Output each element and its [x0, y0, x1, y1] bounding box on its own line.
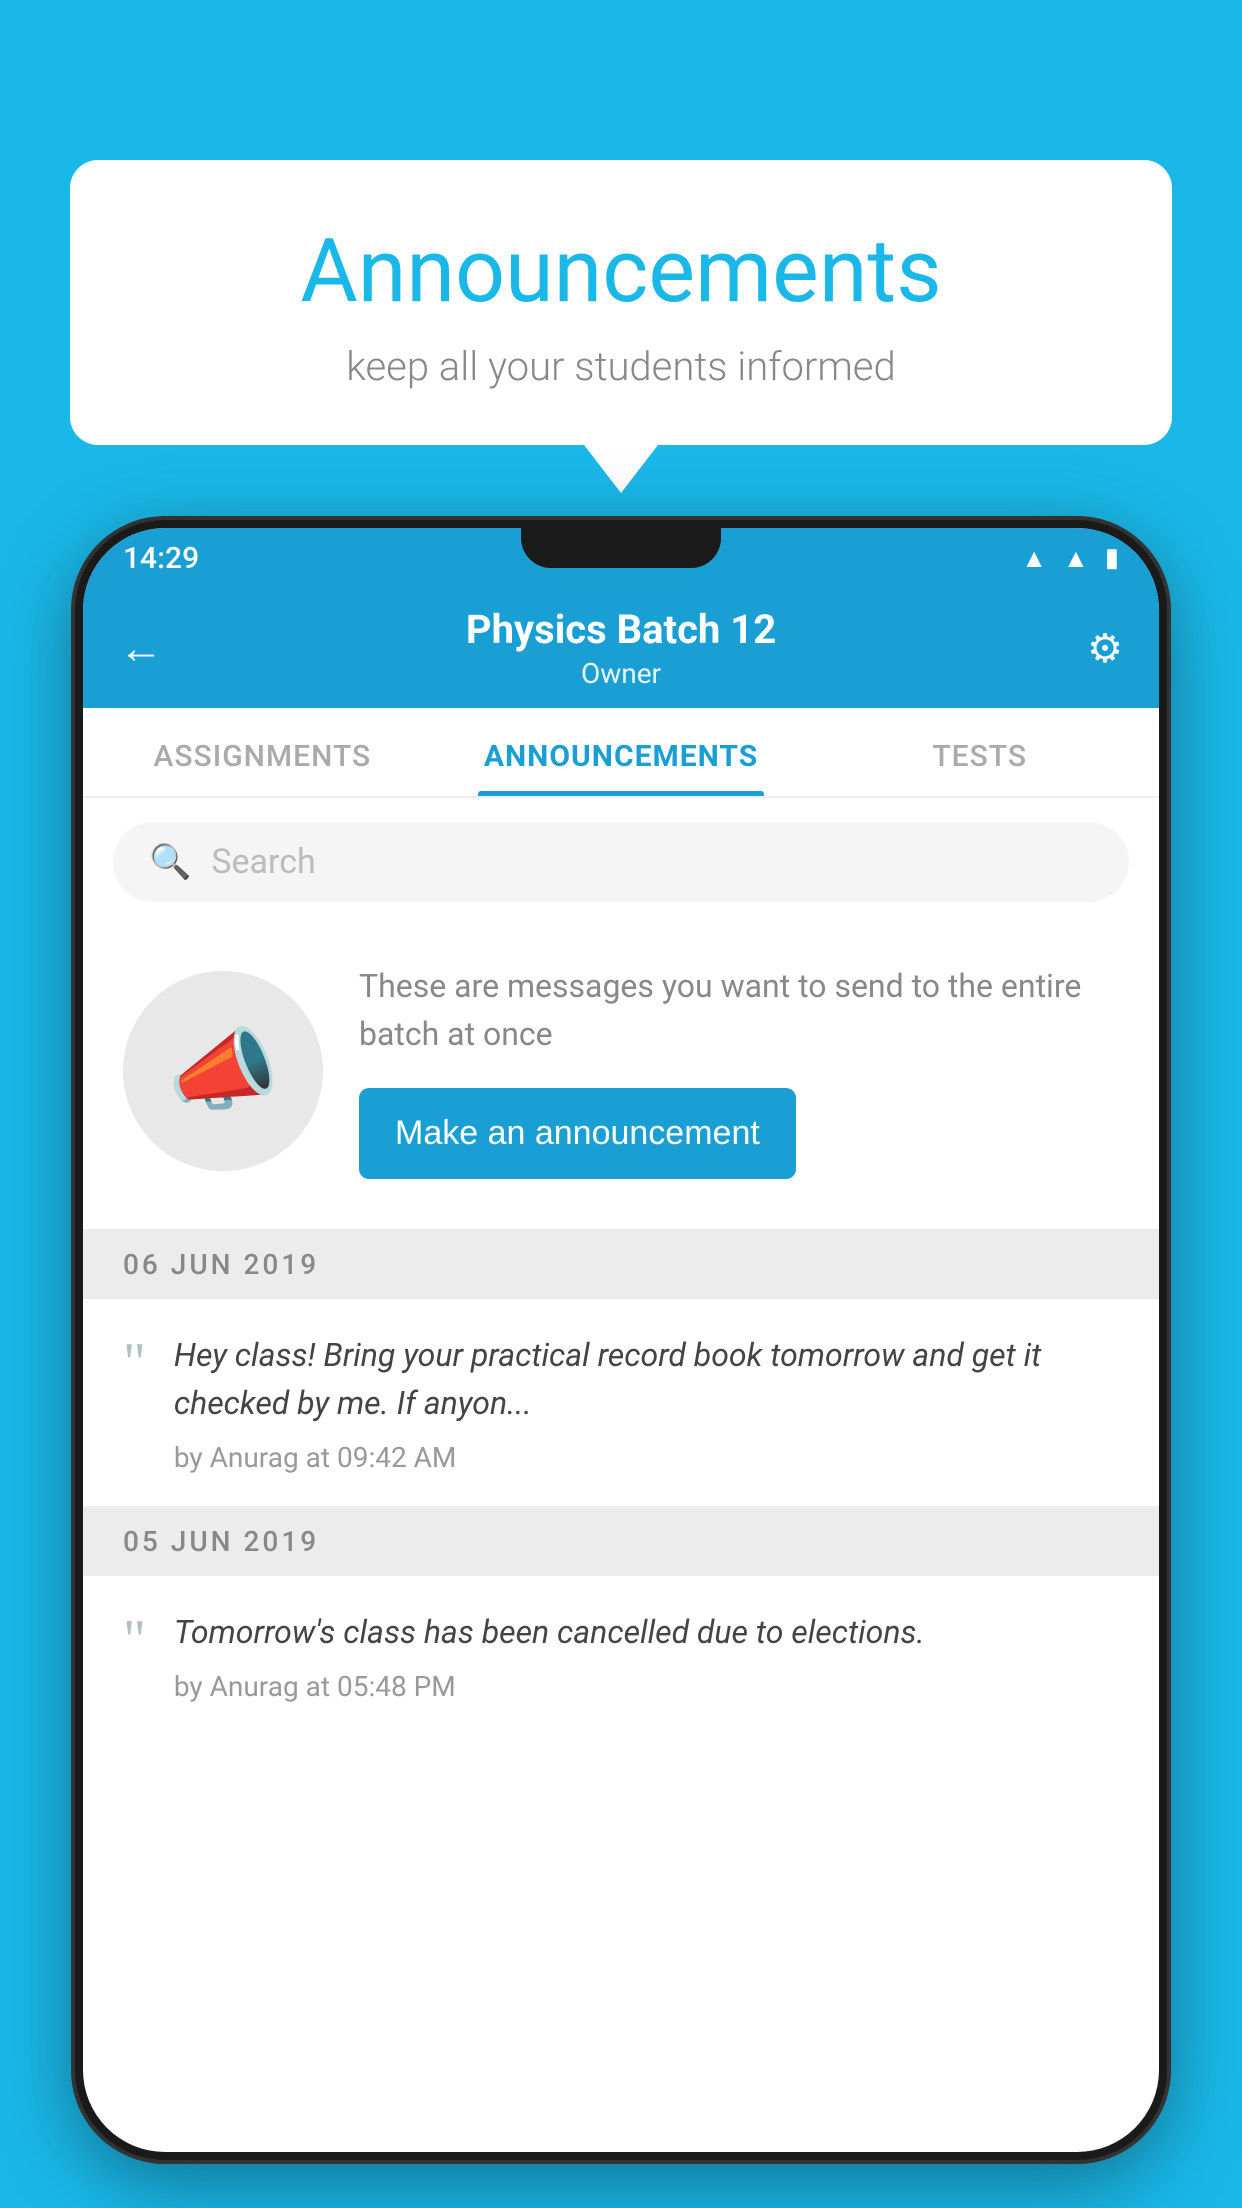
search-area: 🔍 Search [83, 798, 1159, 926]
announcement-text-area-2: Tomorrow's class has been cancelled due … [174, 1608, 1119, 1703]
megaphone-icon: 📣 [167, 1018, 279, 1123]
bubble-subtitle: keep all your students informed [150, 343, 1092, 390]
date-separator-2: 05 JUN 2019 [83, 1507, 1159, 1576]
tab-assignments[interactable]: ASSIGNMENTS [83, 739, 442, 796]
promo-text-area: These are messages you want to send to t… [359, 962, 1119, 1179]
promo-description: These are messages you want to send to t… [359, 962, 1119, 1058]
camera-notch [521, 528, 721, 568]
signal-icon: ▲ [1063, 543, 1089, 574]
promo-icon-circle: 📣 [123, 971, 323, 1171]
top-bar-title-area: Physics Batch 12 Owner [189, 606, 1053, 690]
phone-wrapper: 14:29 ▲ ▲ ▮ ← Physics Batch 12 Owner ⚙ A… [75, 520, 1167, 2208]
top-bar: ← Physics Batch 12 Owner ⚙ [83, 588, 1159, 708]
search-bar[interactable]: 🔍 Search [113, 822, 1129, 902]
date-separator-1: 06 JUN 2019 [83, 1230, 1159, 1299]
search-placeholder-text: Search [211, 842, 315, 882]
phone-screen: 14:29 ▲ ▲ ▮ ← Physics Batch 12 Owner ⚙ A… [83, 528, 1159, 2152]
bubble-title: Announcements [150, 220, 1092, 323]
announcement-meta-1: by Anurag at 09:42 AM [174, 1441, 1119, 1474]
batch-title: Physics Batch 12 [189, 606, 1053, 653]
back-button[interactable]: ← [119, 622, 189, 674]
search-icon: 🔍 [149, 842, 191, 882]
announcement-item-2[interactable]: " Tomorrow's class has been cancelled du… [83, 1576, 1159, 1735]
make-announcement-button[interactable]: Make an announcement [359, 1088, 796, 1179]
tab-announcements[interactable]: ANNOUNCEMENTS [442, 739, 801, 796]
speech-bubble: Announcements keep all your students inf… [70, 160, 1172, 445]
wifi-icon: ▲ [1021, 543, 1047, 574]
owner-label: Owner [189, 657, 1053, 690]
announcement-text-area-1: Hey class! Bring your practical record b… [174, 1331, 1119, 1474]
promo-area: 📣 These are messages you want to send to… [83, 926, 1159, 1230]
status-icons: ▲ ▲ ▮ [1021, 543, 1119, 574]
tabs-bar: ASSIGNMENTS ANNOUNCEMENTS TESTS [83, 708, 1159, 798]
tab-tests[interactable]: TESTS [800, 739, 1159, 796]
speech-bubble-container: Announcements keep all your students inf… [70, 160, 1172, 445]
quote-icon-2: " [123, 1612, 146, 1668]
quote-icon-1: " [123, 1335, 146, 1391]
settings-button[interactable]: ⚙ [1053, 625, 1123, 672]
announcement-item-1[interactable]: " Hey class! Bring your practical record… [83, 1299, 1159, 1507]
status-time: 14:29 [123, 541, 199, 576]
phone-frame: 14:29 ▲ ▲ ▮ ← Physics Batch 12 Owner ⚙ A… [75, 520, 1167, 2160]
announcement-meta-2: by Anurag at 05:48 PM [174, 1670, 1119, 1703]
battery-icon: ▮ [1105, 543, 1119, 573]
announcement-text-1: Hey class! Bring your practical record b… [174, 1331, 1119, 1427]
announcement-text-2: Tomorrow's class has been cancelled due … [174, 1608, 1119, 1656]
